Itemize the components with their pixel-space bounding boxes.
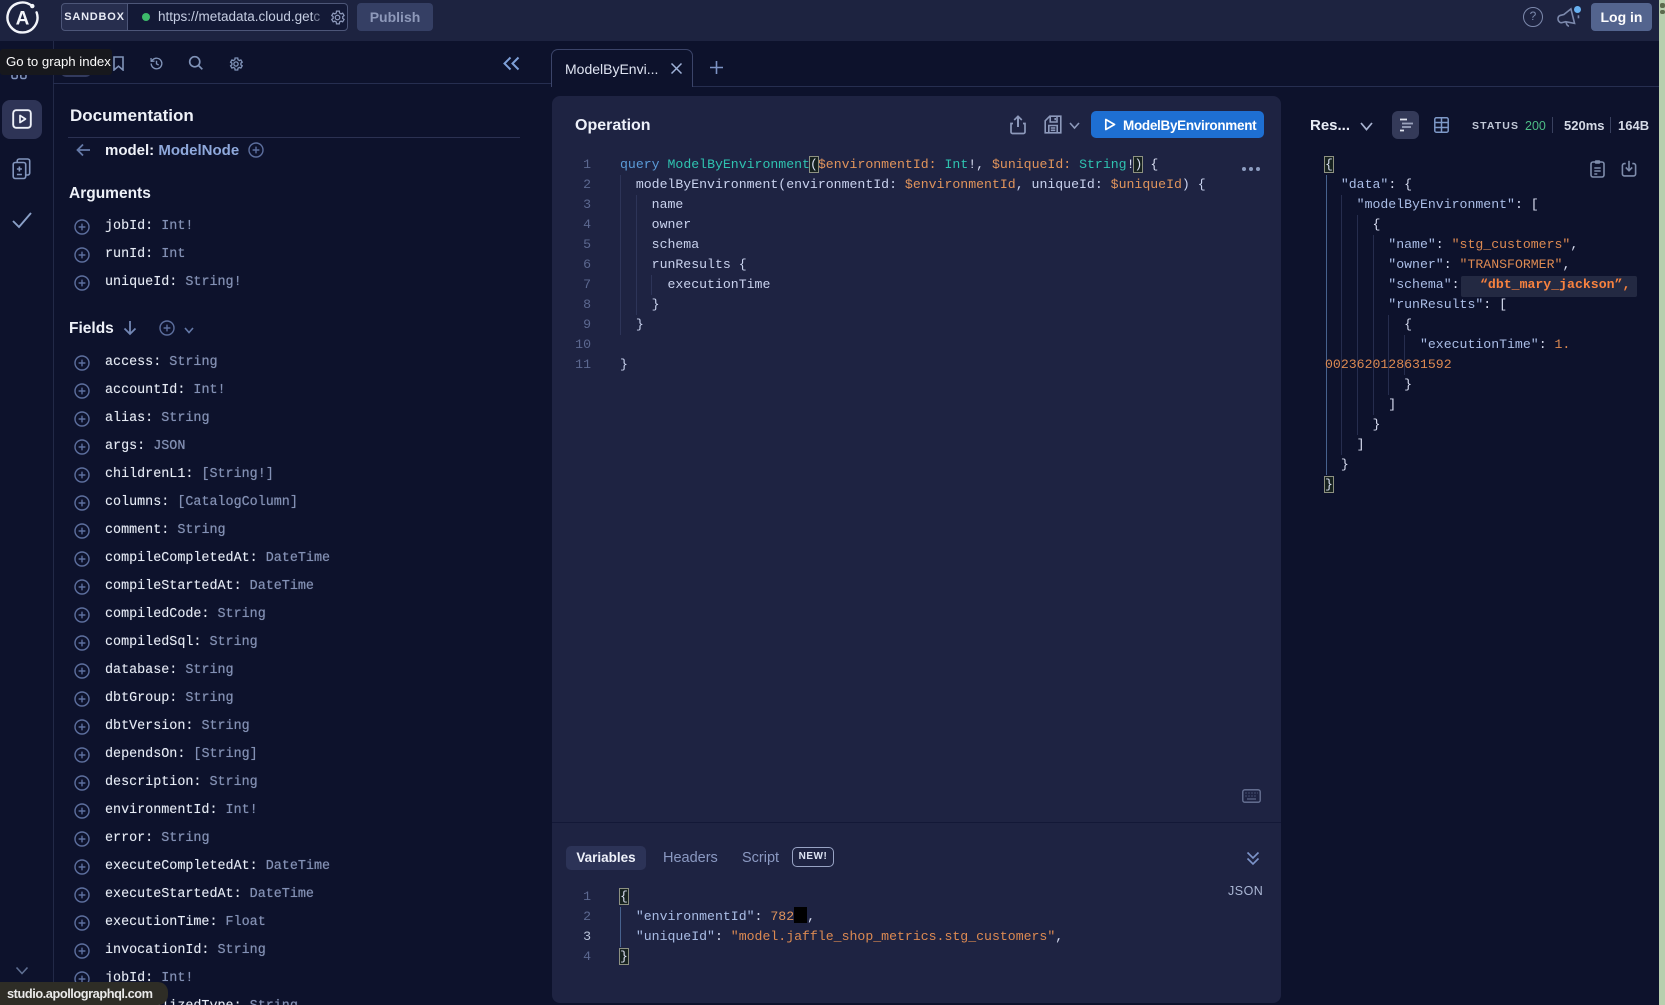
svg-text:A: A	[16, 9, 30, 30]
